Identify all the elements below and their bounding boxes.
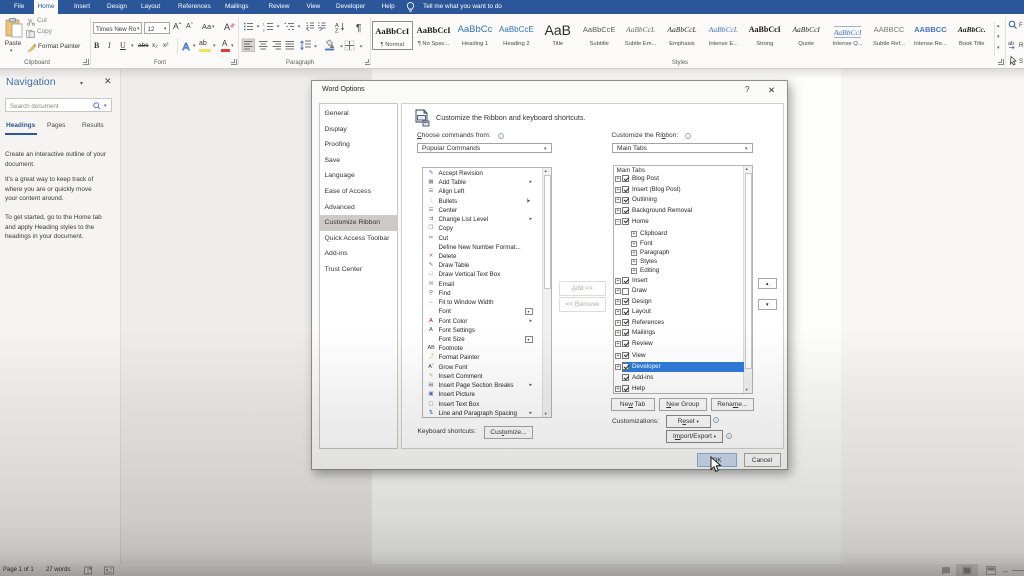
svg-text:¶: ¶ bbox=[356, 23, 361, 34]
svg-text:F: F bbox=[1019, 23, 1023, 29]
svg-text:Z: Z bbox=[335, 29, 339, 35]
svg-text:2: 2 bbox=[263, 28, 266, 33]
svg-text:1: 1 bbox=[263, 22, 266, 27]
svg-text:A: A bbox=[183, 41, 190, 52]
svg-text:ab: ab bbox=[1008, 41, 1014, 47]
svg-text:A: A bbox=[224, 22, 230, 32]
svg-text:S: S bbox=[1019, 59, 1023, 65]
svg-text:R: R bbox=[1019, 43, 1024, 49]
